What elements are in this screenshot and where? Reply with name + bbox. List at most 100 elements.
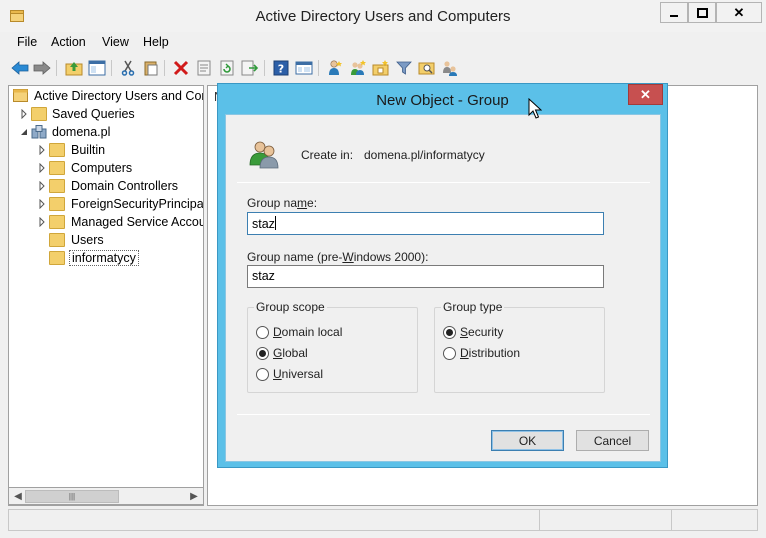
back-arrow-icon[interactable] [10,58,30,78]
dialog-title: New Object - Group [376,92,509,109]
group-name-label: Group name: [247,196,318,210]
ou-folder-icon [49,179,65,193]
scroll-right-icon[interactable]: ▶ [187,490,201,504]
expand-arrow-icon[interactable] [37,217,47,227]
new-group-icon[interactable] [348,58,368,78]
radio-unchecked-icon [256,325,269,339]
minimize-button[interactable] [660,2,688,23]
maximize-icon [696,7,708,18]
pre2000-name-label: Group name (pre-Windows 2000): [247,250,429,264]
tree-item-label: Active Directory Users and Com [34,89,204,103]
tree-item-managed-service-accounts[interactable]: Managed Service Accour [11,214,204,232]
tree-horizontal-scrollbar[interactable]: ◀ ||| ▶ [8,487,204,505]
close-icon: ✕ [640,86,651,102]
up-folder-icon[interactable] [64,58,84,78]
find-icon[interactable] [417,58,437,78]
menu-action[interactable]: Action [51,35,86,49]
folder-icon [49,161,65,175]
forward-arrow-icon[interactable] [32,58,52,78]
tree-item-foreign-security-principals[interactable]: ForeignSecurityPrincipals [11,196,204,214]
group-scope-title: Group scope [254,300,327,314]
minimize-icon [670,14,678,17]
scroll-left-icon[interactable]: ◀ [11,490,25,504]
domain-icon [31,125,47,139]
create-in-path: domena.pl/informatycy [364,148,485,162]
tree-item-label: domena.pl [52,125,111,139]
pre2000-name-input[interactable]: staz [247,265,604,288]
tree-item-label: ForeignSecurityPrincipals [71,197,204,211]
folder-icon [49,143,65,157]
main-title-bar: Active Directory Users and Computers ✕ [0,0,766,32]
help-icon[interactable]: ? [271,58,291,78]
tree-item-label: informatycy [69,250,139,266]
group-type-title: Group type [441,300,505,314]
expand-arrow-icon[interactable] [37,163,47,173]
tree-item-domain-controllers[interactable]: Domain Controllers [11,178,203,196]
scope-universal-radio[interactable]: Universal [256,366,323,382]
tree-item-saved-queries[interactable]: Saved Queries [11,106,203,124]
folder-icon [49,215,65,229]
separator-line [237,182,650,183]
status-bar [8,509,758,531]
refresh-icon[interactable] [217,58,237,78]
scope-domain-local-radio[interactable]: Domain local [256,324,342,340]
console-tree[interactable]: Active Directory Users and Com Saved Que… [8,85,204,506]
tree-item-computers[interactable]: Computers [11,160,203,178]
new-ou-icon[interactable] [371,58,391,78]
cancel-button[interactable]: Cancel [576,430,649,451]
tree-item-label: Users [71,233,104,247]
close-window-button[interactable]: ✕ [716,2,762,23]
new-user-icon[interactable] [325,58,345,78]
maximize-button[interactable] [688,2,716,23]
radio-checked-icon [256,346,269,360]
group-scope-box: Group scope Domain local Global Universa… [247,300,418,393]
adusers-snapin-icon [13,89,28,102]
add-to-group-icon[interactable] [440,58,460,78]
status-divider [539,510,540,530]
menu-view[interactable]: View [102,35,129,49]
expand-arrow-icon[interactable] [37,181,47,191]
group-type-box: Group type Security Distribution [434,300,605,393]
group-icon [249,141,279,169]
new-group-dialog: New Object - Group ✕ Create in: domena.p… [217,83,668,468]
tree-item-label: Managed Service Accour [71,215,204,229]
expand-arrow-icon[interactable] [37,145,47,155]
filter-icon[interactable] [394,58,414,78]
tree-item-builtin[interactable]: Builtin [11,142,203,160]
svg-text:?: ? [278,63,284,76]
ou-folder-icon [49,251,65,265]
collapse-arrow-icon[interactable] [19,127,29,137]
folder-icon [49,197,65,211]
tree-item-root[interactable]: Active Directory Users and Com [11,88,204,106]
properties-icon[interactable] [194,58,214,78]
console-view-icon[interactable] [294,58,314,78]
scope-global-radio[interactable]: Global [256,345,308,361]
cut-icon[interactable] [118,58,138,78]
dialog-body: Create in: domena.pl/informatycy Group n… [225,114,661,462]
scrollbar-thumb[interactable]: ||| [25,490,119,503]
ok-button[interactable]: OK [491,430,564,451]
export-list-icon[interactable] [240,58,260,78]
delete-icon[interactable] [171,58,191,78]
paste-icon[interactable] [141,58,161,78]
expand-arrow-icon[interactable] [19,109,29,119]
separator-line [237,414,650,415]
expand-arrow-icon[interactable] [37,199,47,209]
tree-item-users[interactable]: Users [11,232,203,250]
group-name-input[interactable]: staz [247,212,604,235]
type-security-radio[interactable]: Security [443,324,503,340]
dialog-close-button[interactable]: ✕ [628,84,663,105]
show-hide-console-tree-icon[interactable] [87,58,107,78]
tree-item-informatycy[interactable]: informatycy [11,250,203,268]
type-distribution-radio[interactable]: Distribution [443,345,520,361]
toolbar: ? [0,54,766,82]
radio-unchecked-icon [443,346,456,360]
tree-item-domain[interactable]: domena.pl [11,124,203,142]
tree-item-label: Computers [71,161,133,175]
radio-unchecked-icon [256,367,269,381]
menu-help[interactable]: Help [143,35,169,49]
menu-file[interactable]: File [17,35,37,49]
toolbar-separator [318,60,319,76]
window-title: Active Directory Users and Computers [255,8,511,25]
toolbar-separator [164,60,165,76]
